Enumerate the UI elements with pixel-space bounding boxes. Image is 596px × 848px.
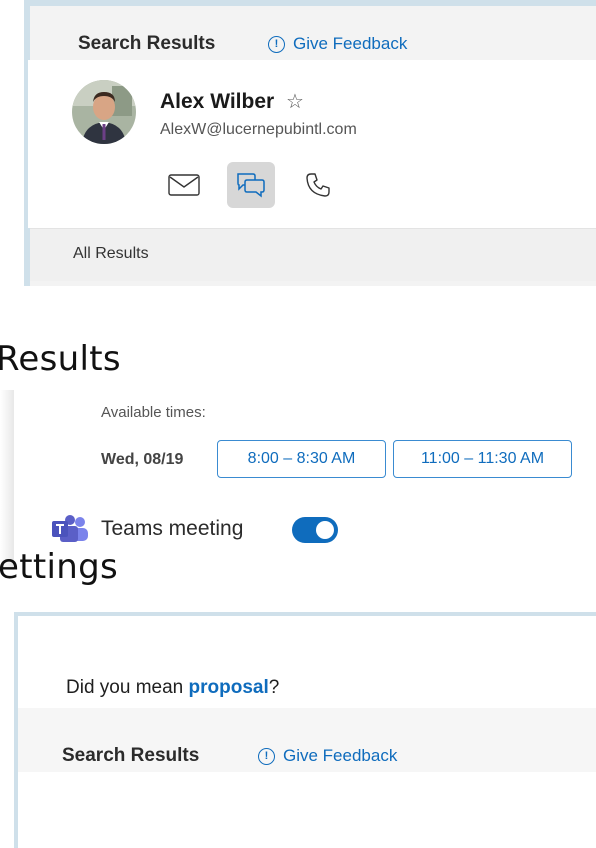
slide-heading-settings: ettings xyxy=(0,547,118,587)
info-icon: ! xyxy=(258,747,275,765)
chat-icon xyxy=(237,173,265,198)
all-results-label[interactable]: All Results xyxy=(73,245,149,263)
phone-button[interactable] xyxy=(294,162,342,208)
person-email: AlexW@lucernepubintl.com xyxy=(160,121,357,138)
results-area xyxy=(18,772,596,848)
suggestion-link[interactable]: proposal xyxy=(189,677,269,698)
person-name[interactable]: Alex Wilber xyxy=(160,90,274,114)
mail-icon xyxy=(168,174,200,196)
mail-button[interactable] xyxy=(160,162,208,208)
date-label: Wed, 08/19 xyxy=(101,451,184,468)
give-feedback-link[interactable]: ! Give Feedback xyxy=(258,746,397,766)
panel-edge xyxy=(0,390,14,570)
did-you-mean-text: Did you mean proposal? xyxy=(66,677,279,699)
give-feedback-label: Give Feedback xyxy=(293,34,408,53)
give-feedback-link[interactable]: ! Give Feedback xyxy=(268,34,407,54)
search-results-title: Search Results xyxy=(62,745,200,766)
chat-button[interactable] xyxy=(227,162,275,208)
slide-heading-results: Results xyxy=(0,339,121,379)
time-slot-button[interactable]: 8:00 – 8:30 AM xyxy=(217,440,386,478)
teams-meeting-label: Teams meeting xyxy=(101,517,244,540)
phone-icon xyxy=(306,173,330,197)
give-feedback-label: Give Feedback xyxy=(283,746,398,765)
avatar[interactable] xyxy=(72,80,136,144)
teams-meeting-toggle[interactable] xyxy=(292,517,338,543)
did-you-mean-prefix: Did you mean xyxy=(66,677,189,698)
teams-icon xyxy=(50,514,90,549)
favorite-star-icon[interactable]: ☆ xyxy=(286,89,304,114)
did-you-mean-suffix: ? xyxy=(268,677,280,698)
toggle-knob xyxy=(316,521,334,539)
info-icon: ! xyxy=(268,35,285,53)
search-results-title: Search Results xyxy=(78,33,216,54)
available-times-label: Available times: xyxy=(101,404,206,421)
time-slot-button[interactable]: 11:00 – 11:30 AM xyxy=(393,440,572,478)
